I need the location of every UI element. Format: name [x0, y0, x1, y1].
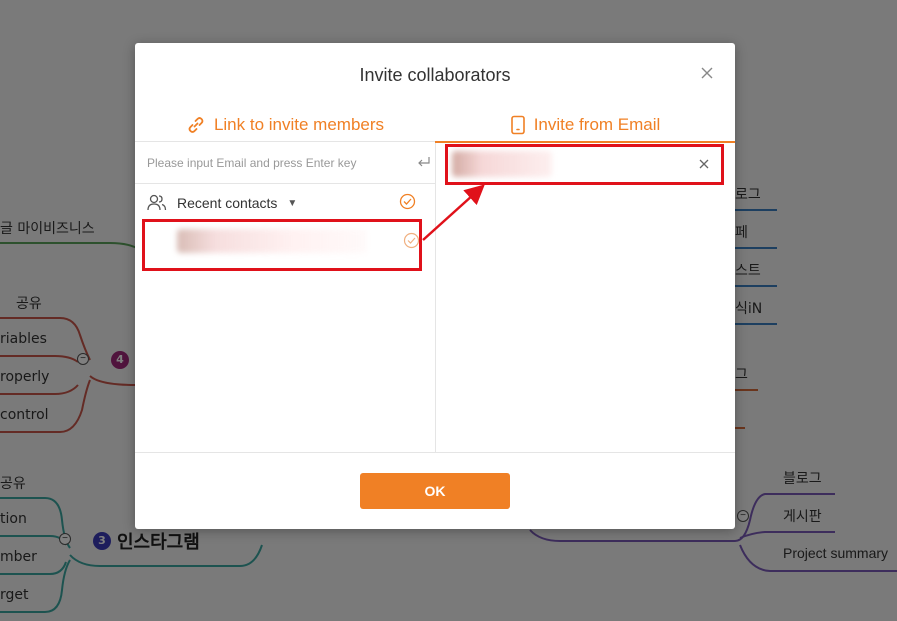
phone-icon [510, 115, 525, 135]
dialog-footer: OK [135, 452, 735, 530]
tab-divider [135, 141, 435, 142]
annotation-highlight-email [445, 144, 724, 185]
tab-link-invite[interactable]: Link to invite members [135, 107, 435, 143]
recent-contacts-label: Recent contacts [177, 195, 278, 211]
ok-button[interactable]: OK [360, 473, 510, 509]
email-input-row [135, 143, 435, 184]
users-icon [147, 194, 167, 211]
close-icon[interactable] [699, 65, 715, 81]
dialog-title: Invite collaborators [359, 65, 511, 85]
enter-key-icon[interactable] [417, 156, 431, 168]
tab-label: Invite from Email [533, 115, 661, 134]
invite-dialog: Invite collaborators Link to invite memb… [135, 43, 735, 529]
selected-emails-pane [436, 143, 735, 452]
caret-down-icon: ▼ [287, 197, 298, 209]
email-input[interactable] [147, 153, 407, 173]
annotation-highlight-contact [142, 219, 422, 271]
tab-label: Link to invite members [213, 115, 385, 134]
recent-contacts-dropdown[interactable]: Recent contacts ▼ [147, 192, 427, 214]
tab-email-invite[interactable]: Invite from Email [435, 107, 735, 143]
link-icon [188, 117, 204, 133]
contacts-pane: Recent contacts ▼ [135, 143, 436, 452]
select-all-check-icon[interactable] [399, 193, 416, 210]
